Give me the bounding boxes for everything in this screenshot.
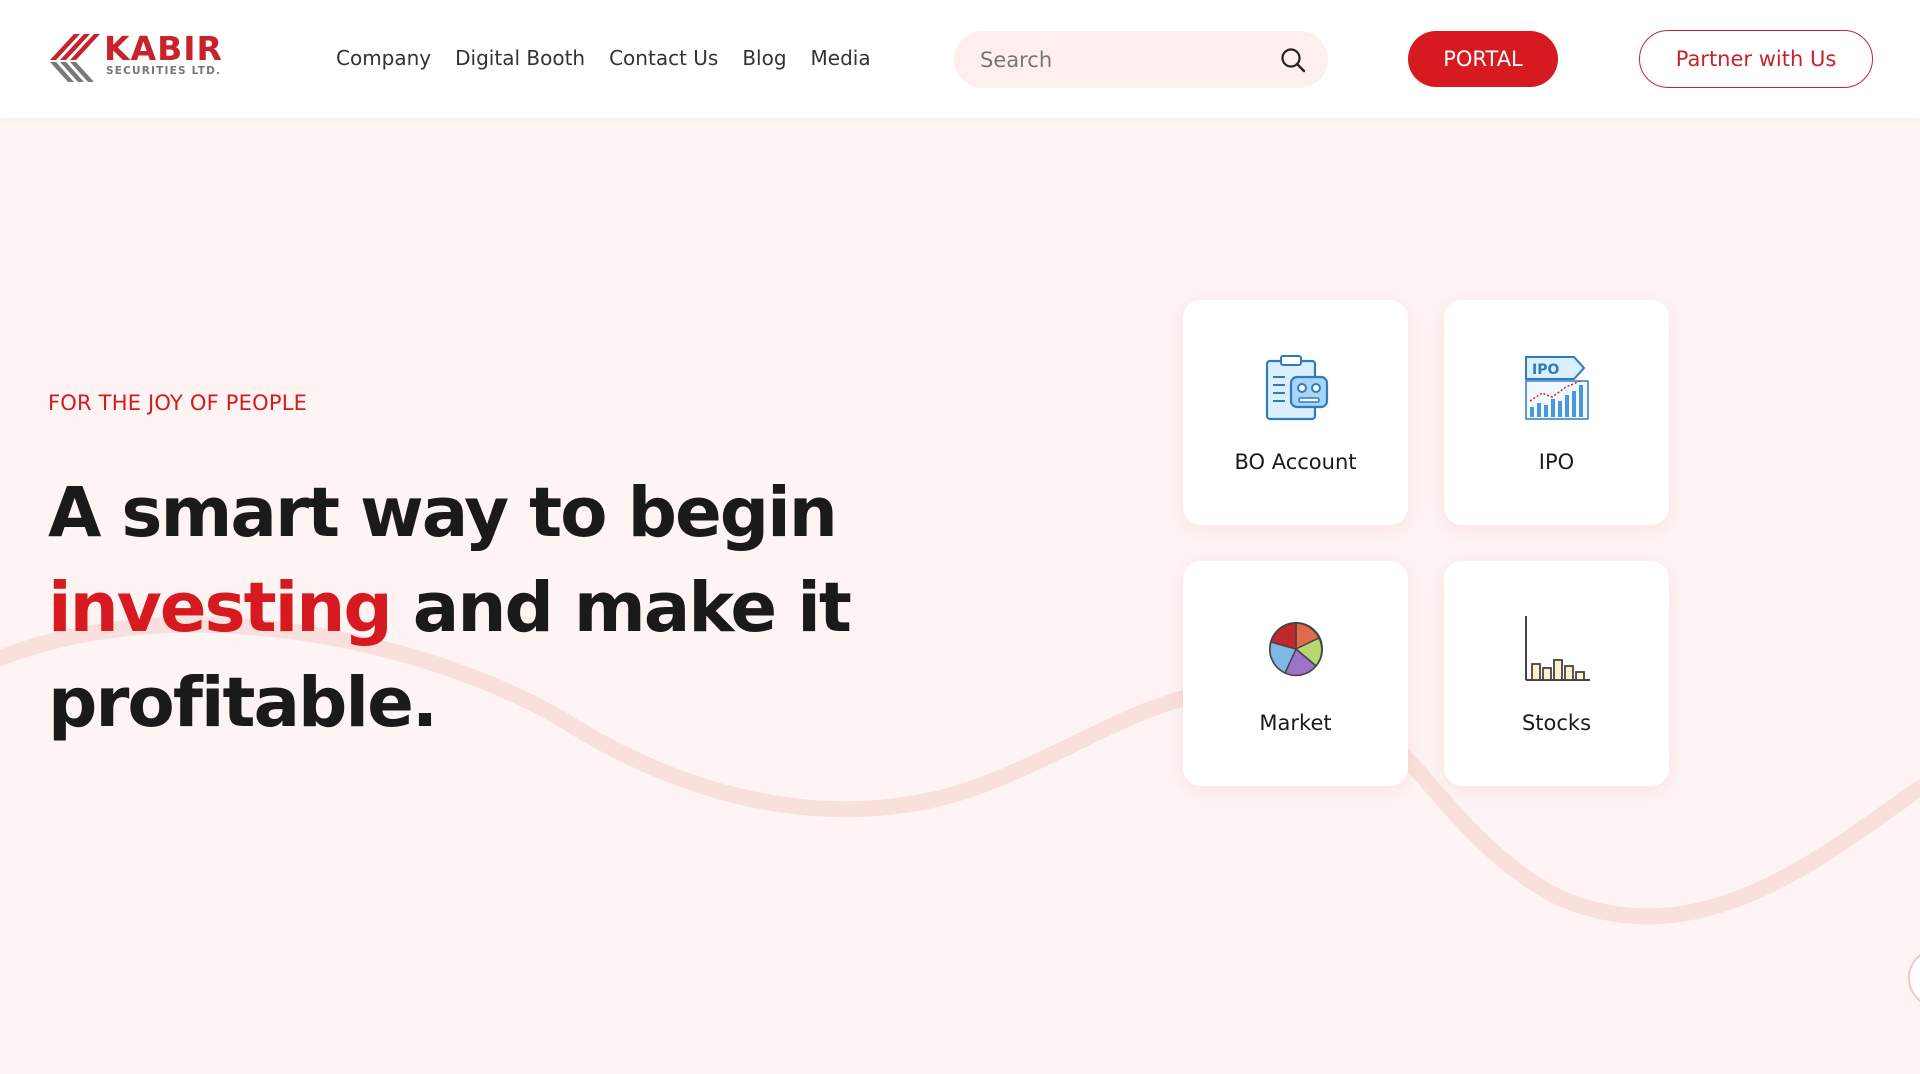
partner-with-us-button[interactable]: Partner with Us [1639, 30, 1873, 88]
nav-contact-us[interactable]: Contact Us [609, 46, 718, 70]
headline-line-1: A smart way to begin [48, 473, 838, 553]
top-header: KABIR SECURITIES LTD. Company Digital Bo… [0, 0, 1920, 118]
service-label: IPO [1538, 450, 1575, 474]
bar-chart-icon [1525, 616, 1590, 681]
service-label: Stocks [1521, 711, 1592, 735]
logo-mark-icon [50, 34, 100, 82]
headline-line-2-rest: and make it [390, 568, 852, 648]
search-box [954, 31, 1328, 88]
service-card-bo-account[interactable]: BO Account [1183, 300, 1408, 525]
nav-company[interactable]: Company [336, 46, 431, 70]
headline-accent: investing [48, 568, 393, 648]
main-nav: Company Digital Booth Contact Us Blog Me… [336, 46, 871, 70]
portal-button[interactable]: PORTAL [1408, 31, 1558, 87]
nav-blog[interactable]: Blog [742, 46, 786, 70]
nav-media[interactable]: Media [811, 46, 871, 70]
service-card-market[interactable]: Market [1183, 561, 1408, 786]
service-card-ipo[interactable]: IPO IPO [1444, 300, 1669, 525]
pie-chart-icon [1269, 622, 1323, 677]
bo-account-icon [1265, 355, 1329, 421]
svg-text:IPO: IPO [1532, 362, 1559, 378]
service-label: BO Account [1234, 450, 1357, 474]
kabir-logo[interactable]: KABIR SECURITIES LTD. [48, 26, 248, 86]
search-input[interactable] [980, 43, 1270, 77]
nav-digital-booth[interactable]: Digital Booth [455, 46, 585, 70]
service-label: Market [1259, 711, 1332, 735]
hero-headline: A smart way to begin investing and make … [48, 466, 868, 751]
ipo-icon: IPO [1525, 356, 1589, 420]
headline-line-3: profitable. [48, 663, 438, 743]
logo-subtitle: SECURITIES LTD. [106, 65, 222, 77]
service-card-stocks[interactable]: Stocks [1444, 561, 1669, 786]
logo-wordmark: KABIR [104, 29, 223, 68]
search-icon[interactable] [1280, 47, 1306, 73]
hero-tagline: FOR THE JOY OF PEOPLE [48, 391, 308, 415]
